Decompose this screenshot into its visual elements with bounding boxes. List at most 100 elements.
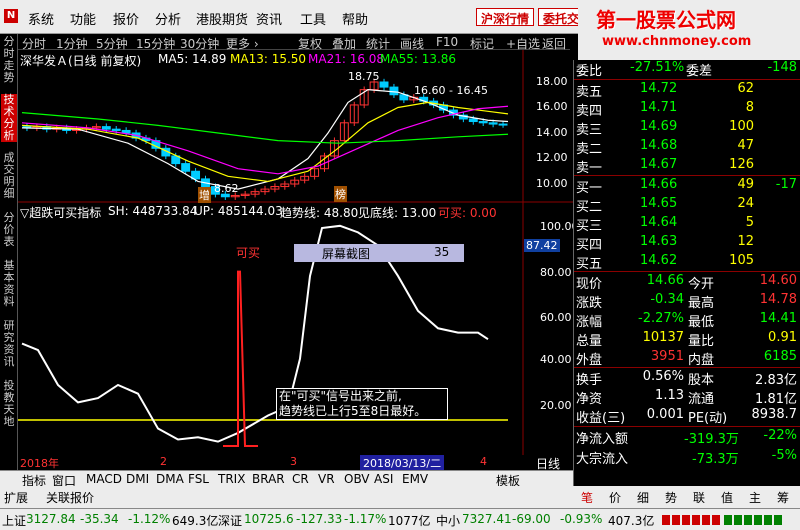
ma13-line (21, 101, 509, 183)
stat-value: 6185 (763, 349, 797, 364)
candle-body (468, 118, 478, 123)
screenshot-number: 35 (434, 245, 450, 259)
bid-row[interactable]: 买四 14.63 12 (574, 234, 800, 253)
left-tab-trades[interactable]: 成交明细 (1, 152, 17, 200)
tab-value[interactable]: 值 (721, 489, 733, 506)
tab-asi[interactable]: ASI (374, 472, 393, 486)
ask-row[interactable]: 卖三 14.69 100 (574, 119, 800, 138)
stat-row: 总量 10137 量比 0.91 (574, 330, 800, 349)
tab-chips[interactable]: 筹 (777, 489, 789, 506)
quote-tabs: 笔 价 细 势 联 值 主 筹 (573, 486, 800, 508)
tab-link[interactable]: 联 (693, 489, 705, 506)
stat-label: 最高 (688, 296, 715, 311)
stat-value: 0.001 (646, 407, 684, 422)
tab-dmi[interactable]: DMI (126, 472, 149, 486)
stat-label: 流通 (688, 392, 715, 407)
stat-row: 收益(三) 0.001 PE(动) 8938.7 (574, 407, 800, 426)
zx-label: 中小 (436, 514, 461, 528)
left-tab-timeshare[interactable]: 分时走势 (1, 36, 17, 84)
left-tab-price-table[interactable]: 分价表 (1, 212, 17, 248)
candle-body (389, 86, 399, 96)
tab-fsl[interactable]: FSL (188, 472, 209, 486)
bid-row[interactable]: 买一 14.66 49 -17 (574, 177, 800, 196)
left-tab-technical[interactable]: 技术分析 (1, 94, 17, 142)
menu-hk-futures[interactable]: 港股期货 (196, 9, 248, 28)
stat-label: 净资 (576, 392, 603, 407)
tab-extend[interactable]: 扩展 (4, 489, 28, 506)
left-tab-education[interactable]: 投教天地 (1, 380, 17, 428)
menu-tools[interactable]: 工具 (300, 9, 326, 28)
menu-function[interactable]: 功能 (70, 9, 96, 28)
ind-y-label: 20.00 (540, 399, 572, 412)
level-label: 买四 (576, 238, 603, 253)
ask-row[interactable]: 卖二 14.68 47 (574, 138, 800, 157)
menu-news[interactable]: 资讯 (256, 9, 282, 28)
stat-label: 总量 (576, 334, 603, 349)
ask-row[interactable]: 卖一 14.67 126 (574, 157, 800, 176)
left-tab-profile[interactable]: 基本资料 (1, 260, 17, 308)
f10-button[interactable]: F10 (436, 35, 458, 49)
tab-main[interactable]: 主 (749, 489, 761, 506)
range-annotation: 16.60 - 16.45 (414, 84, 488, 97)
stat-label: 外盘 (576, 353, 603, 368)
stat-label: PE(动) (688, 411, 728, 426)
candle-body (121, 129, 131, 134)
tab-vr[interactable]: VR (318, 472, 335, 486)
level-price: 14.65 (640, 196, 678, 211)
market-quote-button[interactable]: 沪深行情 (476, 8, 535, 26)
tab-brar[interactable]: BRAR (252, 472, 285, 486)
level-label: 卖五 (576, 85, 603, 100)
left-tab-research[interactable]: 研究资讯 (1, 320, 17, 368)
bid-row[interactable]: 买二 14.65 24 (574, 196, 800, 215)
stat-label: 今开 (688, 277, 715, 292)
tab-macd[interactable]: MACD (86, 472, 122, 486)
tab-trend[interactable]: 势 (665, 489, 677, 506)
bid-row[interactable]: 买五 14.62 105 (574, 253, 800, 272)
month-label: 2 (160, 455, 167, 468)
y-label: 10.00 (536, 177, 568, 190)
menu-system[interactable]: 系统 (28, 9, 54, 28)
zx-change: -69.00 (512, 512, 551, 526)
ask-row[interactable]: 卖五 14.72 62 (574, 81, 800, 100)
buy-signal-label: 可买 (236, 246, 261, 260)
tab-cr[interactable]: CR (292, 472, 309, 486)
indicator-buy: 可买: 0.00 (438, 206, 497, 220)
tab-emv[interactable]: EMV (402, 472, 428, 486)
date-axis: 2018年 2 3 2018/03/13/二 4 日线 (18, 455, 573, 471)
level-volume: 5 (745, 215, 754, 230)
candle-body (478, 121, 488, 124)
level-label: 卖一 (576, 161, 603, 176)
stat-value: 8938.7 (751, 407, 798, 422)
ma21-line (21, 105, 509, 175)
ma13-label: MA13: 15.50 (230, 52, 307, 66)
stat-row: 外盘 3951 内盘 6185 (574, 349, 800, 368)
tab-ticks[interactable]: 笔 (581, 489, 593, 506)
net-inflow-row: 净流入额 -319.3万 -22% (574, 428, 800, 447)
y-label: 16.00 (536, 100, 568, 113)
note-line-2: 趋势线已上行5至8日最好。 (279, 404, 427, 418)
ind-y-label: 80.00 (540, 266, 572, 279)
tab-price[interactable]: 价 (609, 489, 621, 506)
ask-row[interactable]: 卖四 14.71 8 (574, 100, 800, 119)
menu-help[interactable]: 帮助 (342, 9, 368, 28)
level-label: 卖二 (576, 142, 603, 157)
menu-analysis[interactable]: 分析 (155, 9, 181, 28)
ban-label: 榜 (334, 186, 347, 202)
menu-quote[interactable]: 报价 (113, 9, 139, 28)
level-label: 买五 (576, 257, 603, 272)
bid-row[interactable]: 买三 14.64 5 (574, 215, 800, 234)
tab-detail[interactable]: 细 (637, 489, 649, 506)
level-price: 14.72 (640, 81, 678, 96)
tab-trix[interactable]: TRIX (218, 472, 245, 486)
tab-obv[interactable]: OBV (344, 472, 370, 486)
tab-related-quote[interactable]: 关联报价 (46, 489, 94, 506)
level-price: 14.63 (640, 234, 678, 249)
low-annotation: 8.62 (214, 182, 239, 195)
candle-body (498, 123, 508, 126)
tab-dma[interactable]: DMA (156, 472, 184, 486)
stat-value: 14.66 (646, 273, 684, 288)
ind-y-label: 40.00 (540, 353, 572, 366)
app-icon[interactable]: N (4, 9, 18, 23)
stat-value: 0.91 (768, 330, 797, 345)
block-inflow-label: 大宗流入 (576, 452, 629, 467)
